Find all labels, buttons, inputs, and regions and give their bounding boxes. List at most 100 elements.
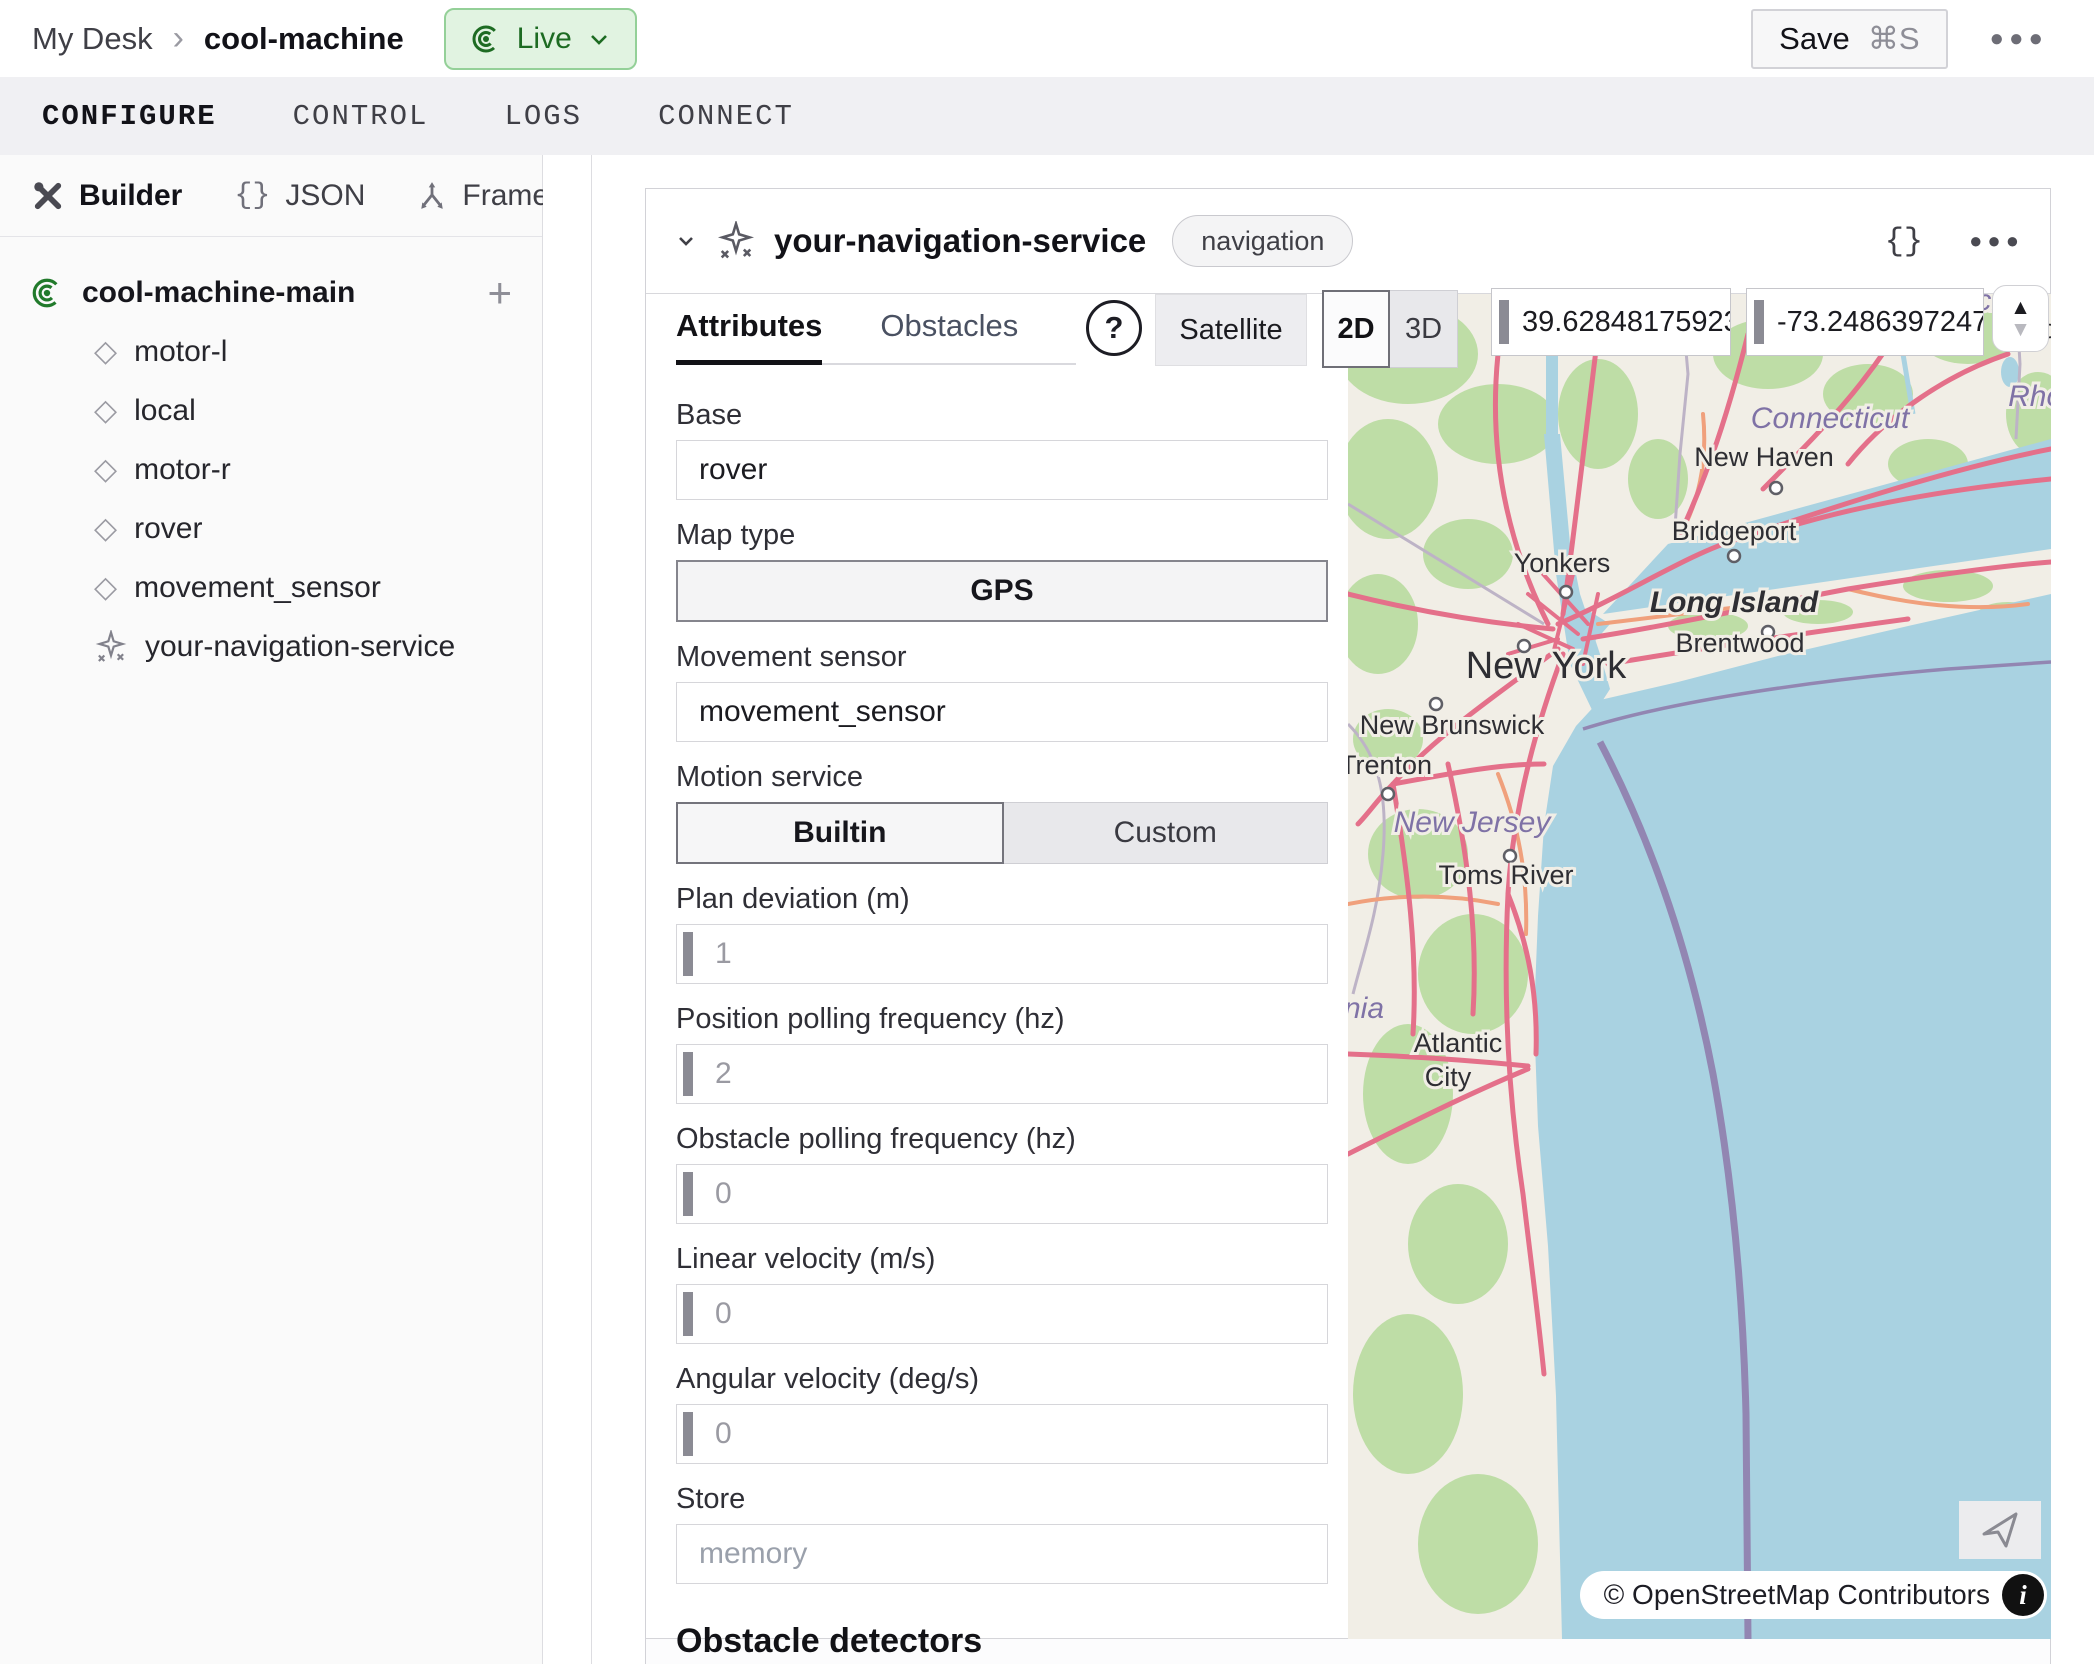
- drag-handle[interactable]: [683, 1052, 693, 1096]
- tree-item-motor-r[interactable]: ◇ motor-r: [0, 440, 542, 499]
- motion-service-custom[interactable]: Custom: [1004, 802, 1329, 864]
- tab-configure[interactable]: CONFIGURE: [42, 100, 217, 133]
- main-panel: your-navigation-service navigation {} ●●…: [592, 155, 2094, 1664]
- topbar-actions: Save ⌘S ●●●: [1751, 9, 2062, 69]
- app-window: My Desk › cool-machine Live Save ⌘S ●●● …: [0, 0, 2094, 1664]
- navigation-service-card: your-navigation-service navigation {} ●●…: [645, 188, 2051, 1664]
- map-place-label: New Jersey: [1394, 806, 1553, 839]
- view-builder[interactable]: Builder: [32, 179, 182, 213]
- coordinate-stepper[interactable]: ▲ ▼: [1992, 285, 2049, 352]
- breadcrumb-parent[interactable]: My Desk: [32, 21, 153, 57]
- map-place-label: Toms River: [1438, 860, 1573, 890]
- view-frame-label: Frame: [462, 179, 549, 213]
- tree-item-local[interactable]: ◇ local: [0, 381, 542, 440]
- movement-sensor-input[interactable]: [676, 682, 1328, 742]
- save-shortcut: ⌘S: [1868, 21, 1920, 57]
- frame-axes-icon: [417, 181, 447, 211]
- map-place-label: Atlantic: [1414, 1028, 1503, 1058]
- field-label: Plan deviation (m): [676, 883, 1328, 915]
- info-icon[interactable]: i: [2002, 1574, 2044, 1616]
- map-place-label: Rhod: [2008, 380, 2051, 413]
- tab-attributes[interactable]: Attributes: [676, 308, 822, 365]
- card-header-actions: {} ●●●: [1885, 223, 2024, 260]
- drag-handle[interactable]: [683, 932, 693, 976]
- navigation-arrow-icon: [1976, 1506, 2024, 1554]
- plan-deviation-input[interactable]: [676, 924, 1328, 984]
- openstreetmap-canvas[interactable]: MassachProRhodConnecticutNew HavenBridge…: [1348, 294, 2051, 1639]
- latitude-input[interactable]: [1522, 289, 1731, 355]
- field-store: Store: [676, 1483, 1328, 1584]
- map-town-dot: [1560, 586, 1572, 598]
- map-dimension-toggle: 2D 3D: [1322, 290, 1458, 368]
- drag-handle[interactable]: [1499, 300, 1509, 344]
- step-down-icon[interactable]: ▼: [2010, 319, 2031, 341]
- map-type-gps-button[interactable]: GPS: [676, 560, 1328, 622]
- drag-handle[interactable]: [683, 1412, 693, 1456]
- map-town-dot: [1770, 482, 1782, 494]
- store-input[interactable]: [676, 1524, 1328, 1584]
- linear-velocity-input[interactable]: [676, 1284, 1328, 1344]
- field-movement-sensor: Movement sensor: [676, 641, 1328, 742]
- map-place-label: New Haven: [1694, 442, 1834, 472]
- locate-button[interactable]: [1959, 1501, 2041, 1559]
- view-json-label: JSON: [285, 179, 365, 213]
- motion-service-builtin[interactable]: Builtin: [676, 802, 1004, 864]
- tab-logs[interactable]: LOGS: [504, 100, 582, 133]
- live-status-dropdown[interactable]: Live: [444, 8, 637, 70]
- braces-icon: {}: [234, 179, 270, 213]
- map-2d-button[interactable]: 2D: [1322, 290, 1390, 368]
- angular-velocity-input[interactable]: [676, 1404, 1328, 1464]
- tree-root-row[interactable]: cool-machine-main +: [0, 263, 542, 322]
- tree-item-navigation-service[interactable]: your-navigation-service: [0, 617, 542, 676]
- drag-handle[interactable]: [683, 1172, 693, 1216]
- card-tabs: Attributes Obstacles: [676, 308, 1076, 365]
- service-sparkle-icon: [94, 630, 128, 664]
- tab-obstacles[interactable]: Obstacles: [880, 308, 1018, 363]
- tree-item-movement-sensor[interactable]: ◇ movement_sensor: [0, 558, 542, 617]
- field-label: Angular velocity (deg/s): [676, 1363, 1328, 1395]
- map-place-label: nia: [1348, 992, 1384, 1025]
- map-place-label: City: [1425, 1062, 1472, 1092]
- overflow-menu-icon[interactable]: ●●●: [1990, 25, 2049, 53]
- field-obstacle-polling: Obstacle polling frequency (hz): [676, 1123, 1328, 1224]
- card-menu-icon[interactable]: ●●●: [1969, 228, 2024, 254]
- map-3d-button[interactable]: 3D: [1390, 290, 1458, 368]
- sidebar-resize-gutter[interactable]: [543, 155, 592, 1664]
- component-diamond-icon: ◇: [94, 396, 117, 426]
- content-area: Builder {} JSON Frame: [0, 155, 2094, 1664]
- tools-icon: [32, 180, 64, 212]
- base-input[interactable]: [676, 440, 1328, 500]
- save-button[interactable]: Save ⌘S: [1751, 9, 1947, 69]
- add-component-button[interactable]: +: [487, 272, 512, 314]
- tab-control[interactable]: CONTROL: [293, 100, 429, 133]
- help-icon[interactable]: ?: [1086, 300, 1142, 356]
- view-toggle: Builder {} JSON Frame: [0, 155, 542, 237]
- config-sidebar: Builder {} JSON Frame: [0, 155, 543, 1664]
- satellite-toggle-button[interactable]: Satellite: [1155, 294, 1307, 366]
- longitude-field: [1746, 288, 1984, 356]
- component-diamond-icon: ◇: [94, 514, 117, 544]
- json-braces-icon[interactable]: {}: [1885, 223, 1923, 260]
- drag-handle[interactable]: [683, 1292, 693, 1336]
- component-diamond-icon: ◇: [94, 337, 117, 367]
- main-tab-bar: CONFIGURE CONTROL LOGS CONNECT: [0, 77, 2094, 155]
- longitude-input[interactable]: [1777, 289, 1984, 355]
- obstacle-polling-input[interactable]: [676, 1164, 1328, 1224]
- navigation-map[interactable]: MassachProRhodConnecticutNew HavenBridge…: [1348, 294, 2051, 1639]
- field-label: Motion service: [676, 761, 1328, 793]
- step-up-icon[interactable]: ▲: [2010, 297, 2031, 319]
- field-label: Map type: [676, 519, 1328, 551]
- attributes-form: Attributes Obstacles Base Map type GPS: [676, 308, 1328, 1661]
- tree-item-rover[interactable]: ◇ rover: [0, 499, 542, 558]
- field-motion-service: Motion service Builtin Custom: [676, 761, 1328, 864]
- tree-item-motor-l[interactable]: ◇ motor-l: [0, 322, 542, 381]
- view-frame[interactable]: Frame: [417, 179, 549, 213]
- attribution-text[interactable]: © OpenStreetMap Contributors: [1604, 1579, 1990, 1611]
- view-json[interactable]: {} JSON: [234, 179, 365, 213]
- position-polling-input[interactable]: [676, 1044, 1328, 1104]
- collapse-chevron-icon[interactable]: [672, 227, 700, 255]
- drag-handle[interactable]: [1754, 300, 1764, 344]
- card-header: your-navigation-service navigation {} ●●…: [646, 189, 2050, 294]
- map-place-label: Long Island: [1650, 586, 1819, 619]
- tab-connect[interactable]: CONNECT: [658, 100, 794, 133]
